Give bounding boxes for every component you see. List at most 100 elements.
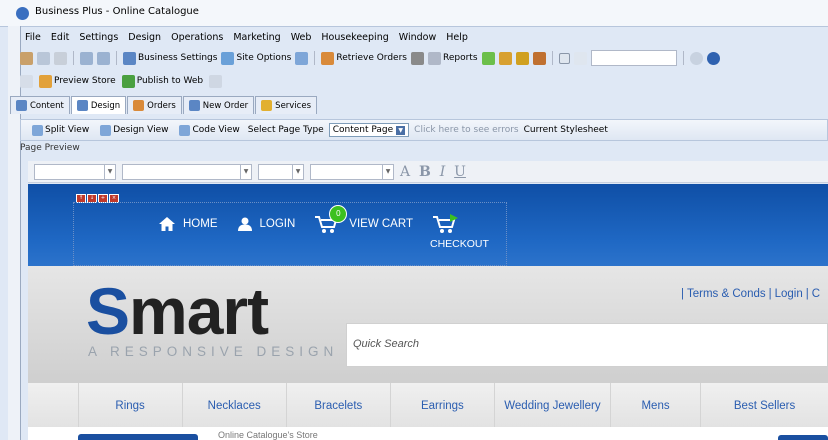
design-view-icon bbox=[100, 124, 112, 136]
category-necklaces[interactable]: Necklaces bbox=[183, 383, 287, 428]
tab-orders[interactable]: Orders bbox=[127, 96, 182, 114]
tab-new-order[interactable]: New Order bbox=[182, 96, 255, 114]
box-icon[interactable] bbox=[498, 51, 512, 65]
app-logo-icon bbox=[16, 7, 29, 20]
reports-button[interactable]: Reports bbox=[428, 51, 478, 65]
terms-link[interactable]: Terms & Conds bbox=[687, 288, 766, 300]
nav-home[interactable]: HOME bbox=[159, 217, 218, 231]
content-tab-button[interactable] bbox=[78, 434, 198, 440]
errors-link[interactable]: Click here to see errors bbox=[414, 125, 518, 135]
size-select[interactable]: ▼ bbox=[258, 163, 304, 180]
color-select[interactable]: ▼ bbox=[310, 163, 394, 180]
undo-icon[interactable] bbox=[80, 51, 93, 65]
content-right-button[interactable] bbox=[778, 435, 828, 440]
bold-button[interactable]: B bbox=[419, 164, 431, 180]
code-view-label: Code View bbox=[192, 125, 240, 135]
user-icon bbox=[237, 217, 252, 231]
tab-orders-label: Orders bbox=[147, 100, 176, 111]
nav-view-cart[interactable]: 0 VIEW CART bbox=[315, 205, 413, 234]
info-icon[interactable] bbox=[689, 51, 703, 65]
tab-services[interactable]: Services bbox=[255, 96, 318, 114]
site-options-button[interactable]: Site Options bbox=[221, 51, 291, 65]
reports-icon bbox=[428, 51, 441, 65]
retrieve-orders-icon bbox=[321, 51, 335, 65]
nav-login[interactable]: LOGIN bbox=[237, 217, 296, 231]
menu-help[interactable]: Help bbox=[441, 30, 473, 46]
copy-icon[interactable] bbox=[37, 51, 50, 65]
checkbox-icon[interactable] bbox=[558, 52, 570, 64]
binoculars-icon[interactable] bbox=[411, 51, 424, 65]
nav-checkout[interactable] bbox=[432, 214, 459, 234]
menu-settings[interactable]: Settings bbox=[74, 30, 123, 46]
tab-strip: Content Design Orders New Order Services bbox=[10, 96, 318, 114]
preview-store-label: Preview Store bbox=[54, 76, 116, 86]
export-icon[interactable] bbox=[481, 51, 495, 65]
category-best-sellers[interactable]: Best Sellers bbox=[701, 383, 828, 428]
tab-design[interactable]: Design bbox=[70, 96, 127, 114]
toolbar-search-input[interactable] bbox=[590, 50, 677, 66]
redo-icon[interactable] bbox=[97, 51, 110, 65]
link-icon[interactable] bbox=[573, 51, 587, 65]
quick-search-input[interactable]: Quick Search bbox=[346, 323, 828, 367]
selected-block-outline[interactable] bbox=[73, 202, 507, 266]
chevron-down-icon: ▼ bbox=[382, 164, 393, 179]
nav-login-label: LOGIN bbox=[259, 218, 296, 230]
publish-to-web-button[interactable]: Publish to Web bbox=[121, 74, 204, 88]
layout-icon[interactable] bbox=[295, 51, 309, 65]
window-titlebar: Business Plus - Online Catalogue bbox=[0, 0, 828, 27]
page-type-value: Content Page bbox=[332, 125, 394, 135]
split-view-button[interactable]: Split View bbox=[29, 123, 92, 138]
italic-button[interactable]: I bbox=[440, 164, 446, 180]
document-icon[interactable] bbox=[209, 74, 223, 88]
business-settings-button[interactable]: Business Settings bbox=[123, 51, 217, 65]
menu-marketing[interactable]: Marketing bbox=[228, 30, 285, 46]
format-toolbar: ▼ ▼ ▼ ▼ A B I U bbox=[28, 161, 828, 183]
preview-store-button[interactable]: Preview Store bbox=[39, 74, 116, 88]
retrieve-orders-label: Retrieve Orders bbox=[336, 53, 407, 63]
menu-housekeeping[interactable]: Housekeeping bbox=[316, 30, 393, 46]
page-preview-label: Page Preview bbox=[20, 143, 80, 153]
category-earrings[interactable]: Earrings bbox=[391, 383, 495, 428]
help-icon[interactable] bbox=[706, 51, 720, 65]
menu-window[interactable]: Window bbox=[394, 30, 441, 46]
menu-bar: File Edit Settings Design Operations Mar… bbox=[20, 30, 473, 46]
coins-icon[interactable] bbox=[515, 51, 529, 65]
category-rings[interactable]: Rings bbox=[79, 383, 183, 428]
menu-file[interactable]: File bbox=[20, 30, 46, 46]
split-view-label: Split View bbox=[45, 125, 90, 135]
current-stylesheet-button[interactable]: Current Stylesheet bbox=[524, 125, 608, 135]
paste-icon[interactable] bbox=[54, 51, 67, 65]
category-bar: Rings Necklaces Bracelets Earrings Weddi… bbox=[28, 382, 828, 428]
store-logo[interactable]: Smart bbox=[86, 274, 269, 348]
page-icon[interactable] bbox=[20, 74, 33, 88]
publish-to-web-label: Publish to Web bbox=[136, 76, 204, 86]
menu-design[interactable]: Design bbox=[123, 30, 166, 46]
page-type-select[interactable]: Content Page ▼ bbox=[328, 123, 410, 137]
menu-web[interactable]: Web bbox=[286, 30, 317, 46]
home-icon bbox=[159, 217, 175, 231]
nav-checkout-label[interactable]: CHECKOUT bbox=[430, 238, 489, 250]
style-select[interactable]: ▼ bbox=[34, 163, 116, 180]
chevron-down-icon: ▼ bbox=[104, 164, 115, 179]
design-view-button[interactable]: Design View bbox=[97, 123, 171, 138]
menu-edit[interactable]: Edit bbox=[46, 30, 74, 46]
tab-new-order-label: New Order bbox=[202, 100, 249, 111]
login-link[interactable]: Login bbox=[775, 288, 803, 300]
font-color-button[interactable]: A bbox=[400, 164, 410, 180]
code-view-button[interactable]: Code View bbox=[176, 123, 242, 138]
category-wedding-jewellery[interactable]: Wedding Jewellery bbox=[495, 383, 611, 428]
menu-operations[interactable]: Operations bbox=[166, 30, 228, 46]
breadcrumb-text: Online Catalogue's Store bbox=[218, 430, 318, 440]
underline-button[interactable]: U bbox=[454, 164, 466, 180]
design-toolbar: Split View Design View Code View Select … bbox=[20, 119, 828, 141]
category-bracelets[interactable]: Bracelets bbox=[287, 383, 391, 428]
font-select[interactable]: ▼ bbox=[122, 163, 252, 180]
tools-icon[interactable] bbox=[532, 51, 546, 65]
logo-letter-s: S bbox=[86, 274, 130, 348]
quick-search-placeholder: Quick Search bbox=[353, 338, 420, 350]
nav-home-label: HOME bbox=[183, 218, 218, 230]
tab-content[interactable]: Content bbox=[10, 96, 70, 114]
category-mens[interactable]: Mens bbox=[611, 383, 702, 428]
retrieve-orders-button[interactable]: Retrieve Orders bbox=[321, 51, 407, 65]
cut-icon[interactable] bbox=[20, 51, 33, 65]
